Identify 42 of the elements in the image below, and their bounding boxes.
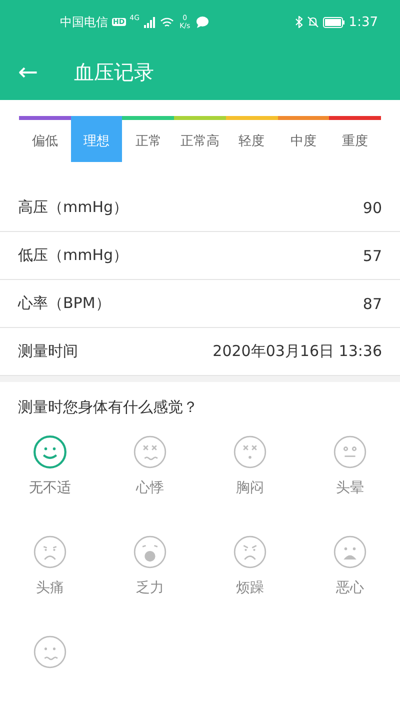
level-tab[interactable]: 正常 [122,116,174,162]
reading-label: 高压（mmHg） [18,198,128,217]
face-icon[interactable] [133,435,167,469]
reading-label: 测量时间 [18,342,78,361]
symptom-label[interactable]: 胸闷 [236,479,264,497]
symptom-label[interactable]: 恶心 [336,579,364,597]
symptom-label[interactable]: 心悸 [136,479,164,497]
face-icon[interactable] [33,535,67,569]
face-icon[interactable] [33,635,67,669]
clock-time: 1:37 [348,14,378,30]
page-title: 血压记录 [74,58,154,86]
level-tab[interactable]: 正常高 [174,116,226,162]
level-tab[interactable]: 中度 [278,116,330,162]
symptom-label[interactable]: 烦躁 [236,579,264,597]
face-icon[interactable] [133,535,167,569]
carrier-name: 中国电信 [60,14,108,30]
battery-icon [322,16,345,28]
reading-value: 90 [362,198,382,216]
question-text: 测量时您身体有什么感觉？ [18,398,198,416]
bell-muted-icon [306,16,319,28]
level-tab[interactable]: 理想 [70,116,122,162]
face-icon[interactable] [233,435,267,469]
wifi-icon [160,16,174,28]
reading-value: 57 [362,246,382,264]
reading-label: 心率（BPM） [18,294,110,313]
symptom-label[interactable]: 头晕 [336,479,364,497]
chat-bubble-icon [196,16,210,28]
face-icon[interactable] [333,535,367,569]
symptom-label[interactable]: 头痛 [36,579,64,597]
bluetooth-icon [294,16,303,28]
reading-label: 低压（mmHg） [18,246,128,265]
symptom-label[interactable]: 无不适 [29,479,71,497]
back-button[interactable]: ← [18,58,38,86]
face-icon[interactable] [333,435,367,469]
face-icon[interactable] [33,435,67,469]
face-icon[interactable] [233,535,267,569]
reading-value: 2020年03月16日 13:36 [212,342,382,361]
level-tab[interactable]: 轻度 [226,116,278,162]
signal-icon [144,16,156,28]
reading-value: 87 [362,294,382,312]
level-tab[interactable]: 重度 [329,116,382,162]
symptom-label[interactable]: 乏力 [136,579,164,597]
